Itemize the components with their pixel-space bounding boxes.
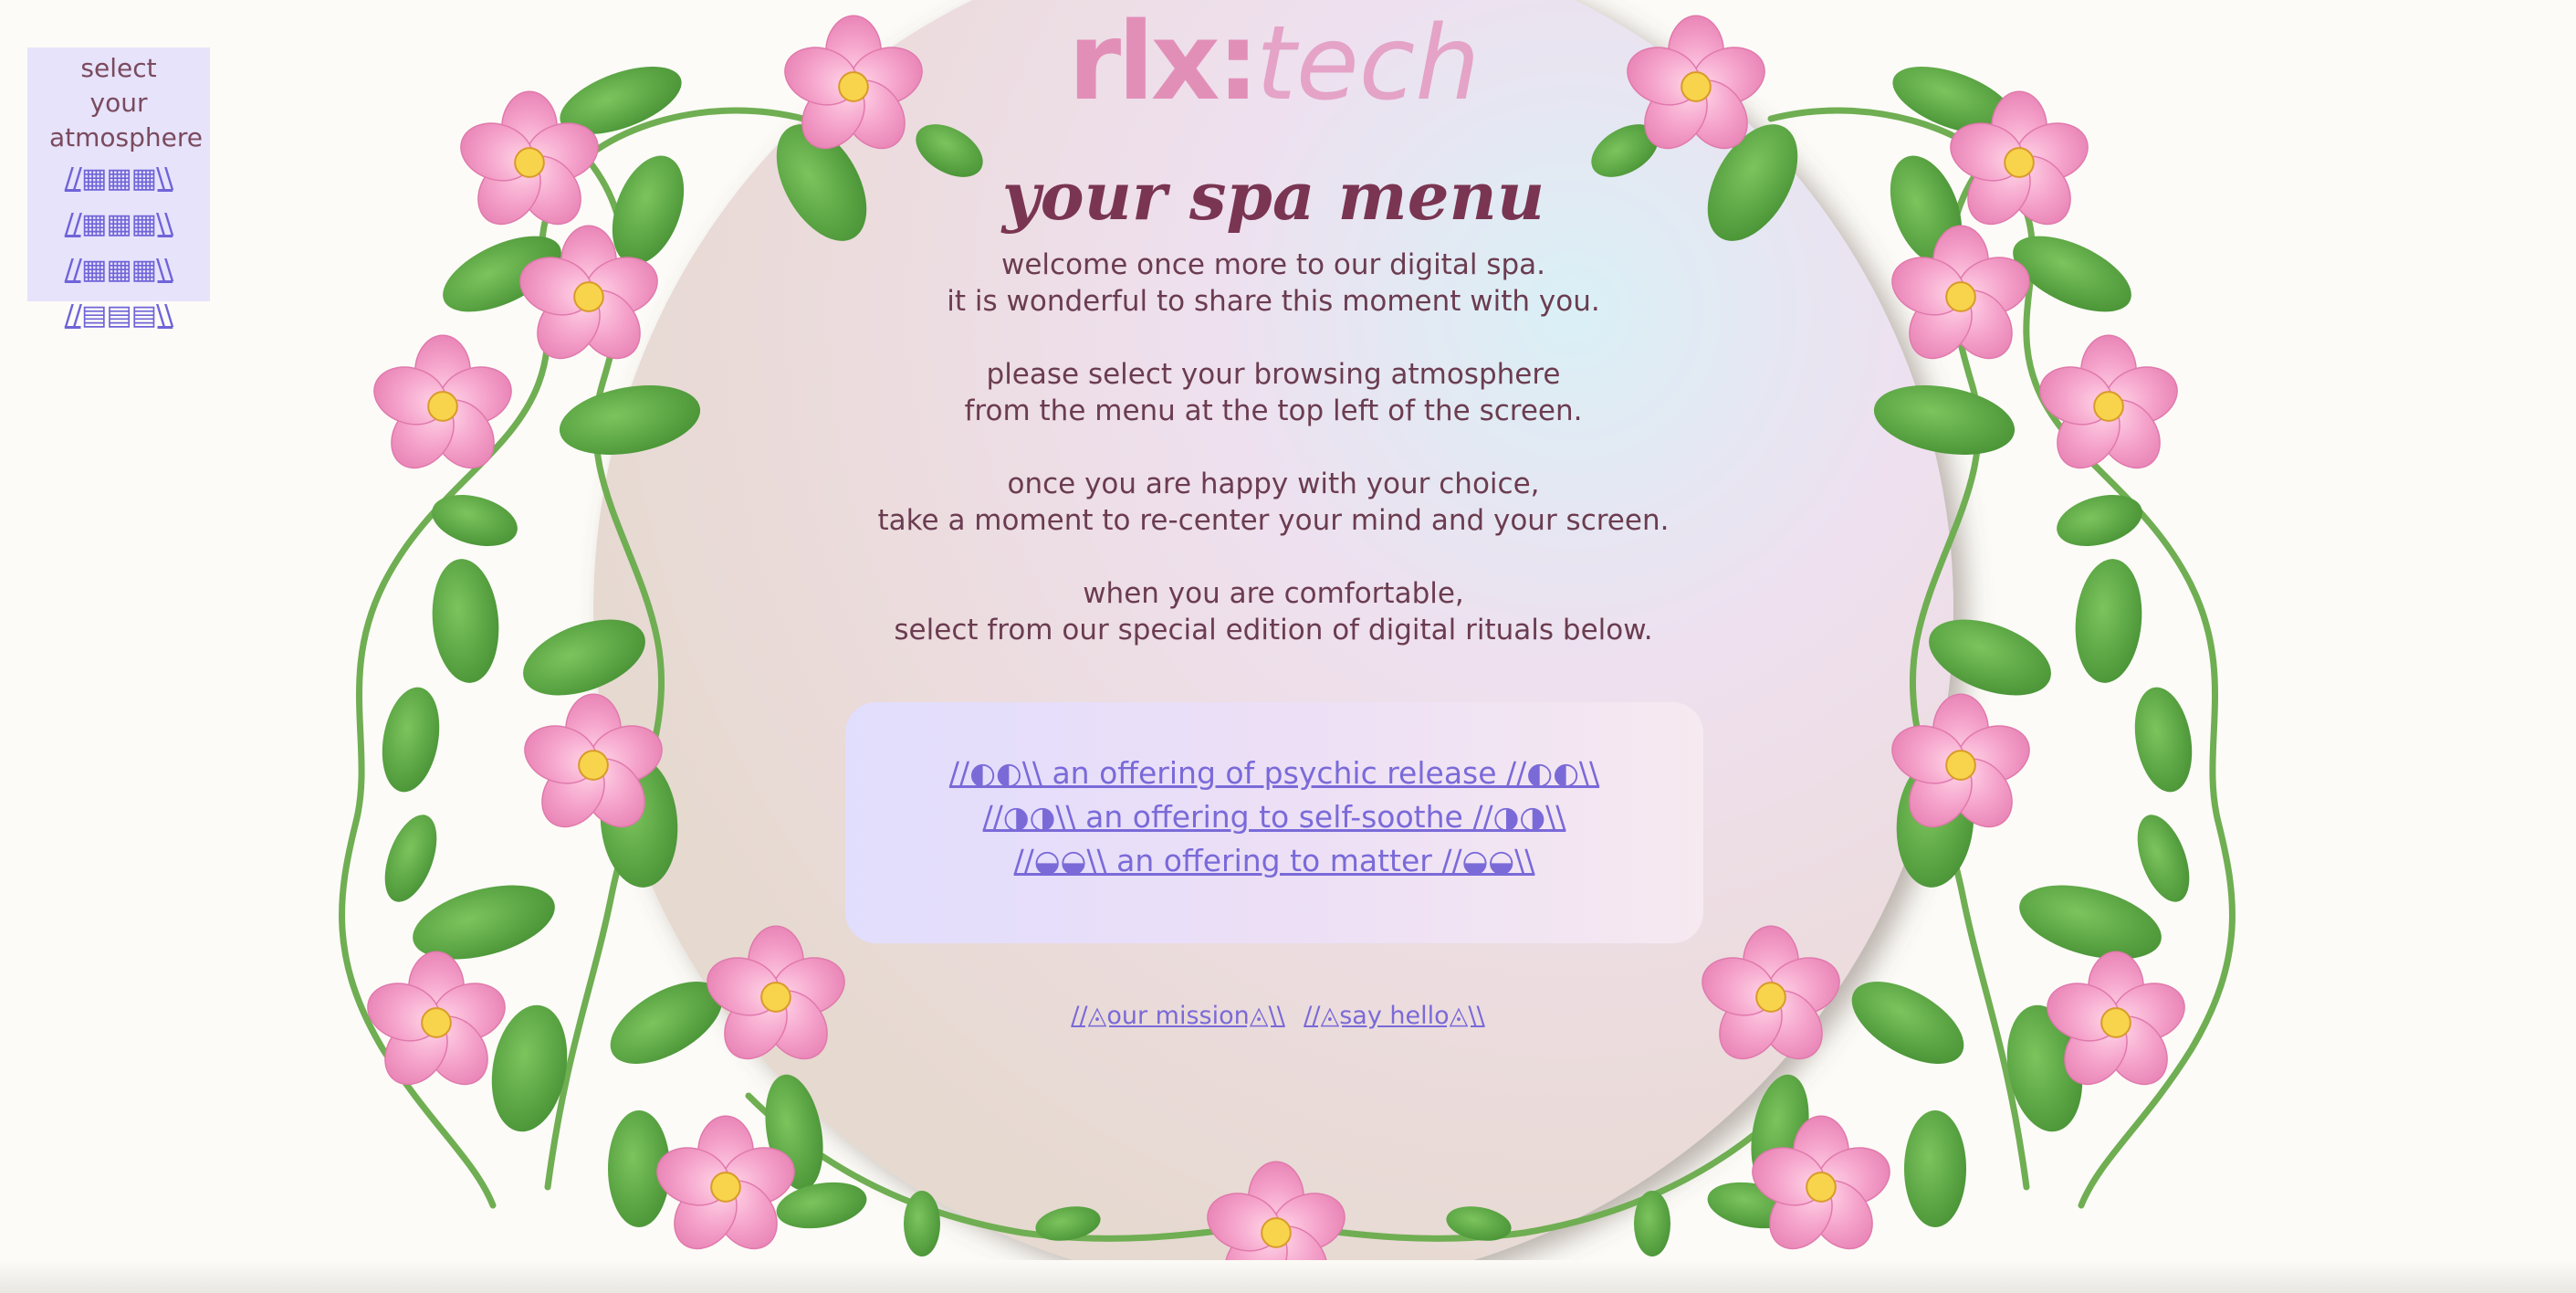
site-logo[interactable]: rlx:tech [1068, 0, 1481, 124]
ritual-link-psychic-release[interactable]: //◐◐\\ an offering of psychic release //… [845, 752, 1703, 795]
leaf-icon [432, 559, 499, 683]
intro-line: select from our special edition of digit… [894, 614, 1653, 646]
intro-paragraph: please select your browsing atmosphere fr… [803, 356, 1744, 429]
leaf-icon [1851, 982, 1964, 1064]
blossom-icon [2039, 334, 2178, 469]
our-mission-link[interactable]: //◬our mission◬\\ [1071, 1002, 1284, 1030]
intro-paragraph: once you are happy with your choice, take… [803, 466, 1744, 539]
atmosphere-menu-title: select your atmosphere [49, 53, 203, 152]
blossom-icon [367, 951, 506, 1086]
say-hello-link[interactable]: //◬say hello◬\\ [1304, 1002, 1484, 1030]
intro-line: from the menu at the top left of the scr… [964, 394, 1583, 427]
atmosphere-option-2[interactable]: //▦▦▦\\ [27, 203, 210, 247]
intro-line: take a moment to re-center your mind and… [877, 504, 1670, 537]
leaf-icon [2057, 494, 2142, 547]
leaf-icon [1634, 1191, 1670, 1256]
page-title: your spa menu [1001, 157, 1545, 235]
leaf-icon [2019, 885, 2162, 960]
logo-main-text: rlx: [1068, 0, 1260, 124]
leaf-icon [384, 815, 437, 902]
intro-line: please select your browsing atmosphere [986, 358, 1561, 391]
intro-paragraph: when you are comfortable, select from our… [803, 575, 1744, 648]
rituals-panel: //◐◐\\ an offering of psychic release //… [845, 702, 1703, 943]
atmosphere-menu: select your atmosphere //▦▦▦\\ //▦▦▦\\ /… [27, 47, 210, 331]
rituals-list: //◐◐\\ an offering of psychic release //… [845, 752, 1703, 883]
leaf-icon [2134, 687, 2193, 793]
intro-line: welcome once more to our digital spa. [1001, 248, 1545, 281]
logo-sub-text: tech [1255, 5, 1481, 123]
intro-line: once you are happy with your choice, [1007, 468, 1540, 500]
ritual-link-self-soothe[interactable]: //◑◑\\ an offering to self-soothe //◑◑\\ [845, 795, 1703, 839]
ritual-link-matter[interactable]: //◒◒\\ an offering to matter //◒◒\\ [845, 839, 1703, 883]
leaf-icon [2137, 815, 2190, 902]
intro-line: when you are comfortable, [1083, 577, 1464, 610]
leaf-icon [2075, 559, 2142, 683]
intro-paragraph: welcome once more to our digital spa. it … [803, 247, 1744, 320]
leaf-icon [904, 1191, 940, 1256]
intro-line: it is wonderful to share this moment wit… [947, 285, 1600, 318]
blossom-icon [373, 334, 512, 469]
leaf-icon [382, 687, 440, 793]
footer-links: //◬our mission◬\\ //◬say hello◬\\ [1050, 999, 1506, 1034]
atmosphere-option-1[interactable]: //▦▦▦\\ [27, 157, 210, 201]
atmosphere-option-4[interactable]: //▤▤▤\\ [27, 294, 210, 338]
atmosphere-option-3[interactable]: //▦▦▦\\ [27, 248, 210, 292]
bottom-fade [0, 1260, 2576, 1293]
intro-text: welcome once more to our digital spa. it … [803, 247, 1744, 685]
leaf-icon [1904, 1110, 1966, 1227]
leaf-icon [432, 494, 518, 547]
